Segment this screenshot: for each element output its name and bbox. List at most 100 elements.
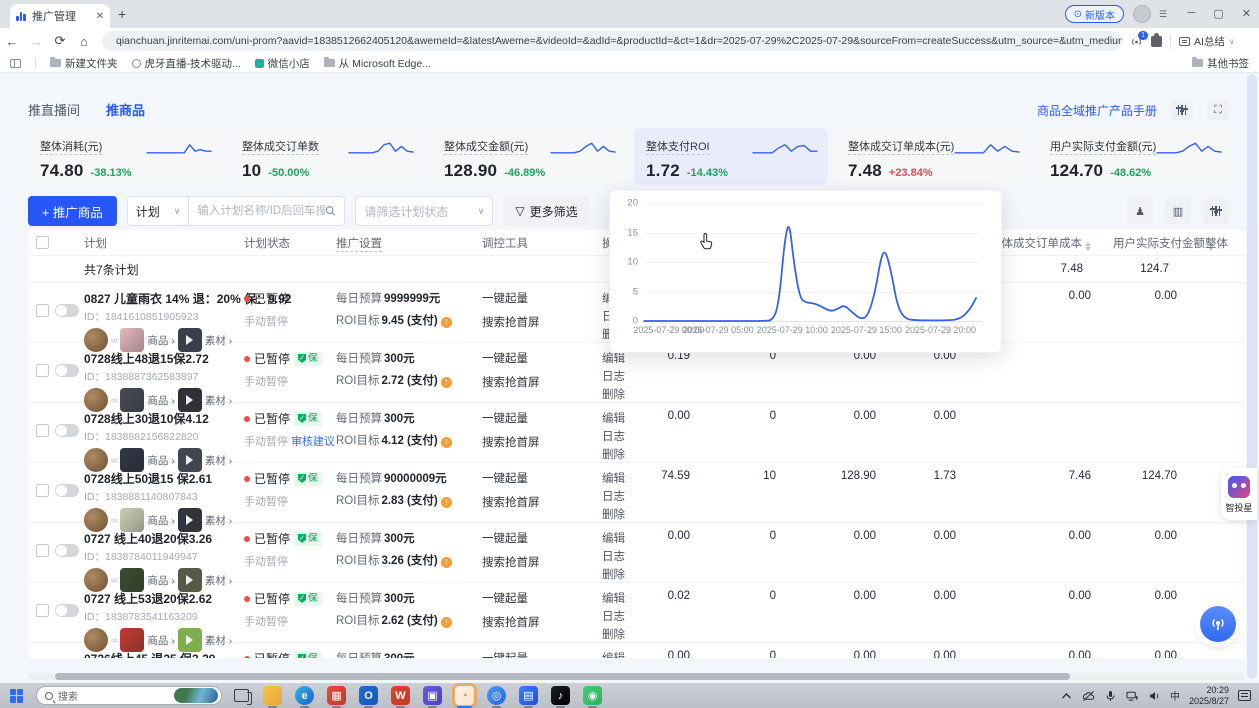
material-link[interactable]: 素材 › <box>205 633 232 648</box>
outlook-icon[interactable]: O <box>359 686 378 705</box>
stat-card[interactable]: 整体成交金额(元) 128.90 -46.89% <box>432 128 626 185</box>
edge-browser-icon[interactable]: e <box>295 686 314 705</box>
task-view-button[interactable] <box>234 689 249 702</box>
row-checkbox[interactable] <box>36 424 49 437</box>
window-minimize-button[interactable]: ─ <box>1188 7 1196 20</box>
onedrive-paused-icon[interactable] <box>1082 690 1095 702</box>
volume-icon[interactable] <box>1148 690 1161 702</box>
tool-one-click-boost[interactable]: 一键起量 <box>482 470 594 486</box>
promote-product-button[interactable]: + 推广商品 <box>28 196 117 226</box>
export-user-icon[interactable]: ♟ <box>1127 198 1153 224</box>
action-edit[interactable]: 编辑 <box>602 470 640 486</box>
search-input[interactable] <box>197 205 325 217</box>
stat-card[interactable]: 整体成交订单成本(元) 7.48 +23.84% <box>836 128 1030 185</box>
action-delete[interactable]: 删除 <box>602 506 640 522</box>
material-link[interactable]: 素材 › <box>205 513 232 528</box>
action-edit[interactable]: 编辑 <box>602 410 640 426</box>
tool-search-top-screen[interactable]: 搜索抢首屏 <box>482 494 594 510</box>
qianchuan-app-icon[interactable]: ◔ <box>455 686 474 705</box>
material-link[interactable]: 素材 › <box>205 453 232 468</box>
browser-tab[interactable]: 推广管理 ✕ <box>10 4 110 28</box>
tool-one-click-boost[interactable]: 一键起量 <box>482 410 594 426</box>
tab-live-room[interactable]: 推直播间 <box>28 100 80 119</box>
manual-link[interactable]: 商品全域推广产品手册 <box>1037 102 1157 119</box>
row-enable-toggle[interactable] <box>55 604 79 617</box>
wps-icon[interactable]: W <box>391 686 410 705</box>
vertical-scrollbar[interactable] <box>1247 74 1257 679</box>
tool-one-click-boost[interactable]: 一键起量 <box>482 590 594 606</box>
info-icon[interactable]: ! <box>441 317 452 328</box>
bookmark-item[interactable]: 微信小店 <box>255 56 310 71</box>
column-user-paid[interactable]: 用户实际支付金额 <box>1105 235 1191 251</box>
material-link[interactable]: 素材 › <box>205 573 232 588</box>
ime-indicator[interactable]: 中 <box>1170 688 1180 703</box>
wechat-store-icon[interactable]: ◉ <box>583 686 602 705</box>
tool-search-top-screen[interactable]: 搜索抢首屏 <box>482 374 594 390</box>
row-enable-toggle[interactable] <box>55 484 79 497</box>
info-icon[interactable]: ! <box>441 617 452 628</box>
column-overall-truncated[interactable]: 整体 <box>1191 235 1246 251</box>
stat-card[interactable]: 整体消耗(元) 74.80 -38.13% <box>28 128 222 185</box>
reload-button[interactable]: ⟳ <box>48 33 72 49</box>
action-edit[interactable]: 编辑 <box>602 590 640 606</box>
row-enable-toggle[interactable] <box>55 544 79 557</box>
info-icon[interactable]: ! <box>441 497 452 508</box>
column-promo-setup[interactable]: 推广设置 <box>328 235 474 251</box>
material-link[interactable]: 素材 › <box>205 393 232 408</box>
fullscreen-button[interactable]: ⛶ <box>1207 100 1229 120</box>
smart-assistant-widget[interactable]: 智投星 <box>1221 468 1257 520</box>
row-checkbox[interactable] <box>36 364 49 377</box>
material-link[interactable]: 素材 › <box>205 333 232 348</box>
select-all-checkbox[interactable] <box>36 236 49 249</box>
tool-search-top-screen[interactable]: 搜索抢首屏 <box>482 434 594 450</box>
tool-one-click-boost[interactable]: 一键起量 <box>482 650 594 658</box>
tool-search-top-screen[interactable]: 搜索抢首屏 <box>482 314 594 330</box>
action-log[interactable]: 日志 <box>602 608 640 624</box>
window-maximize-button[interactable]: ▢ <box>1213 7 1223 20</box>
tool-search-top-screen[interactable]: 搜索抢首屏 <box>482 614 594 630</box>
tray-chevron-up-icon[interactable] <box>1060 690 1073 702</box>
product-link[interactable]: 商品 › <box>147 513 174 528</box>
tool-one-click-boost[interactable]: 一键起量 <box>482 350 594 366</box>
notification-center-icon[interactable] <box>1238 690 1251 701</box>
row-checkbox[interactable] <box>36 544 49 557</box>
action-delete[interactable]: 删除 <box>602 386 640 402</box>
home-button[interactable]: ⌂ <box>72 34 96 49</box>
row-checkbox[interactable] <box>36 304 49 317</box>
bookmark-item[interactable]: 新建文件夹 <box>50 56 118 71</box>
column-plan[interactable]: 计划 <box>76 235 236 251</box>
forward-button[interactable]: → <box>24 34 48 49</box>
plan-title[interactable]: 0728线上50退15 保2.61 <box>84 470 236 487</box>
row-checkbox[interactable] <box>36 484 49 497</box>
network-icon[interactable] <box>1126 690 1139 702</box>
extensions-puzzle-icon[interactable] <box>1151 36 1162 47</box>
tool-one-click-boost[interactable]: 一键起量 <box>482 290 594 306</box>
action-log[interactable]: 日志 <box>602 428 640 444</box>
action-delete[interactable]: 删除 <box>602 626 640 642</box>
new-version-button[interactable]: ⊙新版本 <box>1065 5 1124 23</box>
product-link[interactable]: 商品 › <box>147 453 174 468</box>
plan-title[interactable]: 0728线上48退15保2.72 <box>84 350 236 367</box>
info-icon[interactable]: ! <box>441 557 452 568</box>
plan-title[interactable]: 0727 线上53退20保2.62 <box>84 590 236 607</box>
red-store-app-icon[interactable]: ▦ <box>327 686 346 705</box>
product-link[interactable]: 商品 › <box>147 333 174 348</box>
tool-search-top-screen[interactable]: 搜索抢首屏 <box>482 554 594 570</box>
start-button[interactable] <box>10 689 24 703</box>
plan-title[interactable]: 0827 儿童雨衣 14% 退：20% 保：9.92 <box>84 290 236 307</box>
ai-summary-button[interactable]: AI总结 ∨ <box>1170 34 1235 49</box>
product-link[interactable]: 商品 › <box>147 573 174 588</box>
purple-app-icon[interactable]: ▣ <box>423 686 442 705</box>
product-link[interactable]: 商品 › <box>147 633 174 648</box>
other-bookmarks-button[interactable]: 其他书签 <box>1192 56 1249 71</box>
new-tab-button[interactable]: + <box>118 7 126 21</box>
row-checkbox[interactable] <box>36 604 49 617</box>
bookmark-item[interactable]: 虎牙直播-技术驱动... <box>132 56 241 71</box>
action-log[interactable]: 日志 <box>602 488 640 504</box>
row-enable-toggle[interactable] <box>55 304 79 317</box>
display-settings-button[interactable] <box>1171 100 1193 120</box>
microphone-icon[interactable] <box>1104 690 1117 702</box>
scrollbar-thumb[interactable] <box>55 673 1070 680</box>
columns-icon[interactable]: ▥ <box>1165 198 1191 224</box>
file-explorer-icon[interactable] <box>263 686 282 705</box>
